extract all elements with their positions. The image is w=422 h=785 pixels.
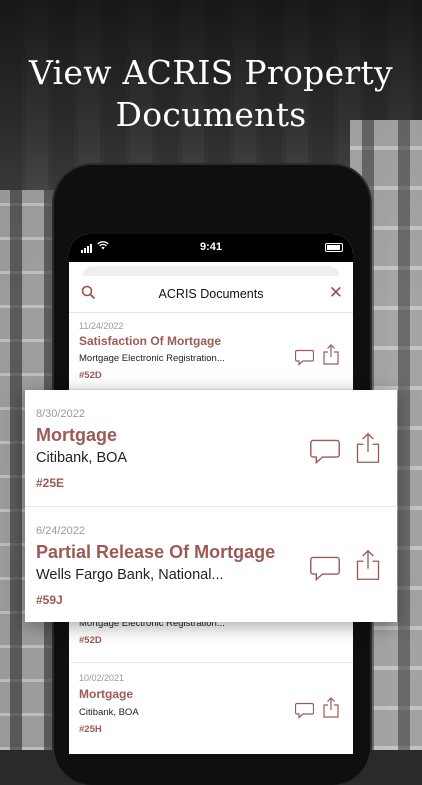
doc-title: Satisfaction Of Mortgage [79,334,222,348]
doc-unit: #52D [79,370,102,381]
share-icon[interactable] [356,549,380,586]
doc-party: Citibank, BOA [36,450,128,466]
promo-headline: View ACRIS Property Documents [0,52,422,136]
list-item[interactable]: 10/02/2021 Mortgage Citibank, BOA #25H [69,663,353,754]
headline-line-2: Documents [115,95,307,134]
share-icon[interactable] [323,697,339,723]
comment-icon[interactable] [294,349,315,371]
sheet-backdrop [83,266,339,276]
battery-icon [325,243,343,252]
doc-title: Mortgage [36,425,117,445]
comment-icon[interactable] [310,555,340,587]
doc-party: Mortgage Electronic Registration... [79,353,225,364]
doc-date: 6/24/2022 [36,525,85,537]
comment-icon[interactable] [310,438,340,470]
status-time: 9:41 [199,241,223,253]
list-item[interactable]: 11/24/2022 Satisfaction Of Mortgage Mort… [69,313,353,390]
highlight-card: 8/30/2022 Mortgage Citibank, BOA #25E 6/… [25,390,397,622]
doc-date: 10/02/2021 [79,673,125,683]
doc-unit: #25H [79,724,102,735]
doc-unit: #52D [79,635,102,646]
nav-bar: ACRIS Documents ✕ [69,276,353,313]
share-icon[interactable] [323,344,339,370]
doc-date: 8/30/2022 [36,408,85,420]
list-item[interactable]: 8/30/2022 Mortgage Citibank, BOA #25E [25,390,397,506]
comment-icon[interactable] [294,702,315,724]
doc-title: Partial Release Of Mortgage [36,542,276,562]
close-icon[interactable]: ✕ [329,284,343,301]
doc-title: Mortgage [79,687,133,701]
list-item[interactable]: 6/24/2022 Partial Release Of Mortgage We… [25,506,397,623]
doc-party: Citibank, BOA [79,707,139,718]
share-icon[interactable] [356,432,380,469]
nav-title: ACRIS Documents [158,287,264,301]
doc-unit: #59J [36,593,63,607]
status-bar: 9:41 [69,234,353,262]
doc-date: 11/24/2022 [79,321,124,331]
headline-line-1: View ACRIS Property [28,53,393,92]
doc-unit: #25E [36,476,65,490]
doc-party: Wells Fargo Bank, National... [36,567,224,583]
